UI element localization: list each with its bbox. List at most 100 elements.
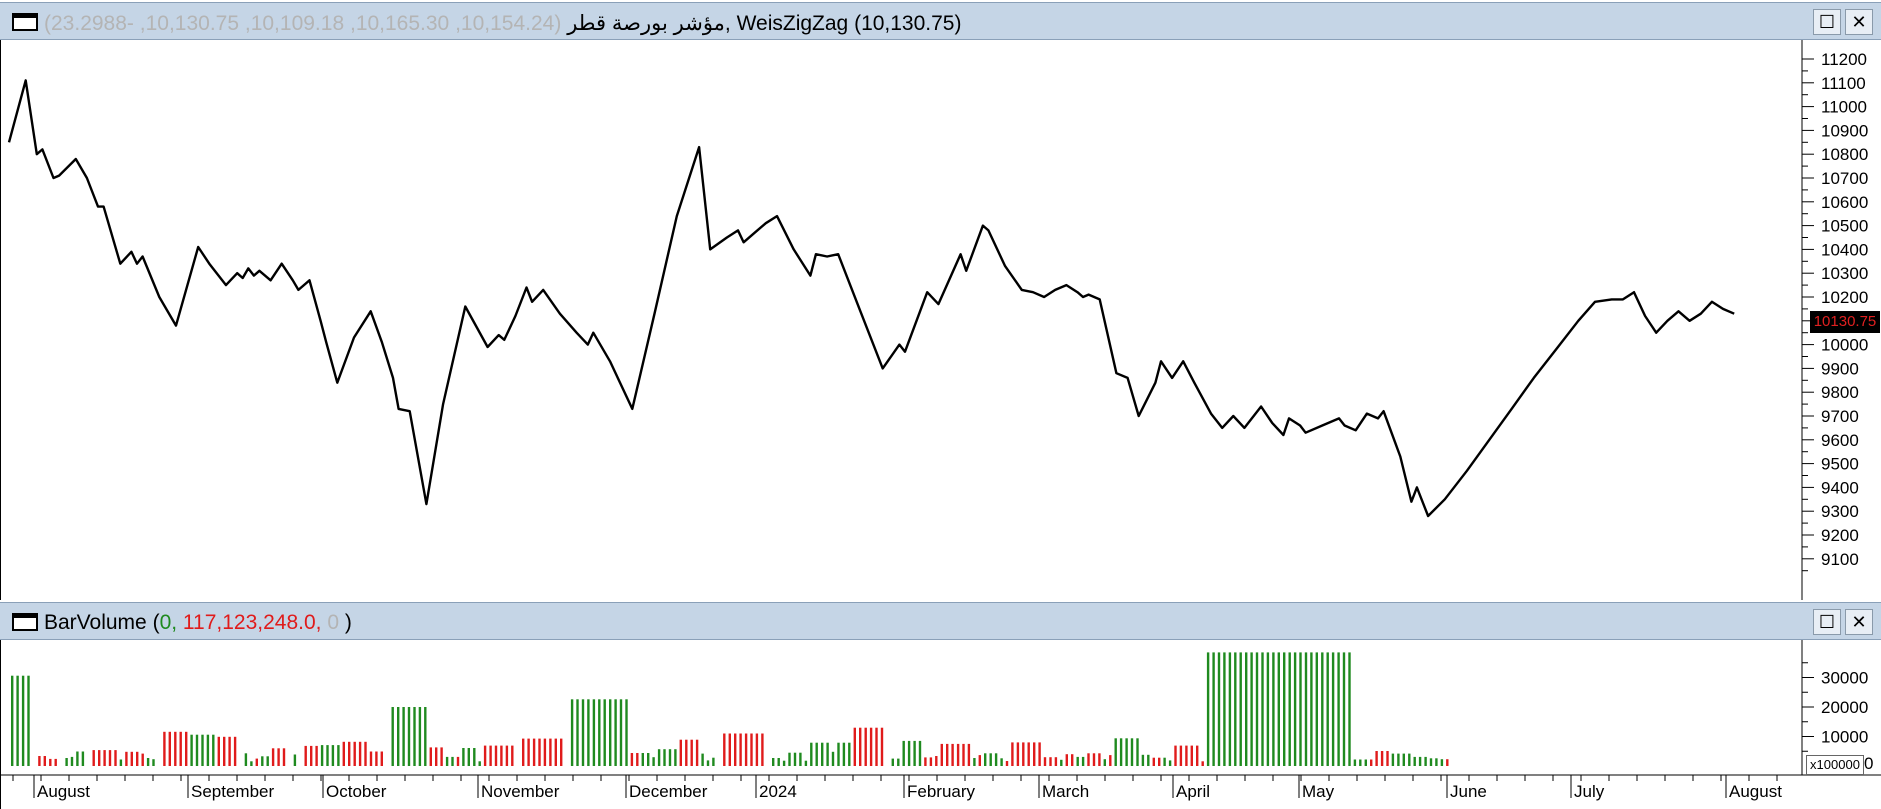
volume-bar [869,727,873,766]
volume-bar [1109,755,1112,766]
volume-bar [81,751,85,766]
volume-bar [875,727,878,766]
volume-bar [195,734,199,766]
volume-bar [271,748,275,766]
volume-bar [1250,652,1253,766]
price-pane[interactable]: 9100 9200 9300 9400 9500 9600 9700 9800 9900 1000… [0,40,1881,600]
volume-bar [168,731,171,766]
volume-bar [1288,652,1291,766]
volume-bar [853,727,856,766]
volume-bar [348,741,351,766]
volume-bar [532,738,536,766]
volume-bar [924,757,927,766]
maximize-button[interactable]: ☐ [1813,609,1841,635]
volume-bar [402,707,405,766]
date-tick-label: April [1176,782,1210,801]
volume-bar [576,699,579,766]
paren-close: ) [339,611,352,634]
volume-bar [864,727,867,766]
volume-bar [233,736,237,766]
volume-bar [978,755,981,766]
volume-bar [1326,652,1329,766]
volume-bar [201,734,204,766]
vol-y-tick-label: 20000 [1821,698,1868,717]
volume-bar [1147,754,1150,766]
volume-bar [435,747,438,766]
volume-bar [130,751,133,766]
volume-bar [946,743,949,766]
volume-bar [282,748,286,766]
volume-bar [108,750,112,766]
volume-bar [549,738,552,766]
volume-bar [842,742,846,766]
volume-bar [369,751,373,766]
maximize-button[interactable]: ☐ [1813,9,1841,35]
price-chart[interactable]: 9100 9200 9300 9400 9500 9600 9700 9800 9900 1000… [1,40,1881,600]
volume-bar [1353,759,1357,766]
volume-bar [1190,745,1193,766]
volume-bar [1228,652,1232,766]
volume-bar [647,753,650,766]
volume-bar [984,753,987,766]
volume-bar [1152,757,1155,766]
volume-bar [255,758,258,766]
volume-bar [739,733,742,766]
volume-bar [810,742,813,766]
volume-bar [1212,652,1215,766]
volume-bar [179,731,182,766]
volume-bar [293,754,297,766]
volume-bar [152,759,155,766]
volume-bar [1141,754,1145,766]
volume-pane-title: BarVolume (0, 117,123,248.0, 0 ) [44,611,352,635]
volume-bar [1435,758,1438,766]
volume-bar [1054,757,1058,766]
volume-bar [114,750,117,766]
volume-bar [695,739,699,766]
volume-bar [609,699,612,766]
date-tick-label: July [1574,782,1605,801]
volume-bar [1179,745,1183,766]
volume-bar [407,707,411,766]
window-icon[interactable] [12,613,38,631]
volume-bar [1299,652,1302,766]
window-icon[interactable] [12,13,38,31]
volume-bar [1321,652,1324,766]
volume-bar [598,699,601,766]
volume-bar [49,758,52,766]
volume-bar [445,756,449,766]
volume-pane[interactable]: 10000 20000 30000 August September October No… [0,640,1881,809]
volume-bar [1429,758,1433,766]
symbol-name: مؤشر بورصة قطر [567,12,725,35]
volume-bar [358,741,362,766]
volume-pane-header: BarVolume (0, 117,123,248.0, 0 ) ☐ ✕ [0,602,1881,640]
volume-bar [848,742,851,766]
volume-bar [554,738,557,766]
volume-indicator-name: BarVolume [44,611,147,634]
y-tick-label: 9900 [1821,359,1859,378]
close-button[interactable]: ✕ [1845,609,1873,635]
y-tick-label: 11200 [1821,50,1867,69]
y-tick-label: 9500 [1821,455,1859,474]
volume-bar [641,753,644,766]
volume-unit-label: x100000 [1806,755,1864,775]
volume-bar [1337,652,1340,766]
volume-bar [994,753,998,766]
volume-bar [511,745,514,766]
volume-bar [913,740,916,766]
volume-bar [353,741,356,766]
y-tick-label: 9700 [1821,407,1859,426]
y-tick-label: 10400 [1821,240,1868,259]
volume-bar [929,757,933,766]
volume-bar [1206,652,1210,766]
y-tick-label: 9800 [1821,383,1859,402]
volume-bar [793,752,797,766]
volume-chart[interactable]: 10000 20000 30000 August September October No… [1,640,1881,809]
volume-bar [223,736,226,766]
volume-bar [962,743,965,766]
close-button[interactable]: ✕ [1845,9,1873,35]
volume-bar [538,738,541,766]
volume-bar [1081,756,1085,766]
volume-bar [663,749,666,766]
y-tick-label: 11100 [1821,74,1866,93]
volume-bar [76,751,79,766]
